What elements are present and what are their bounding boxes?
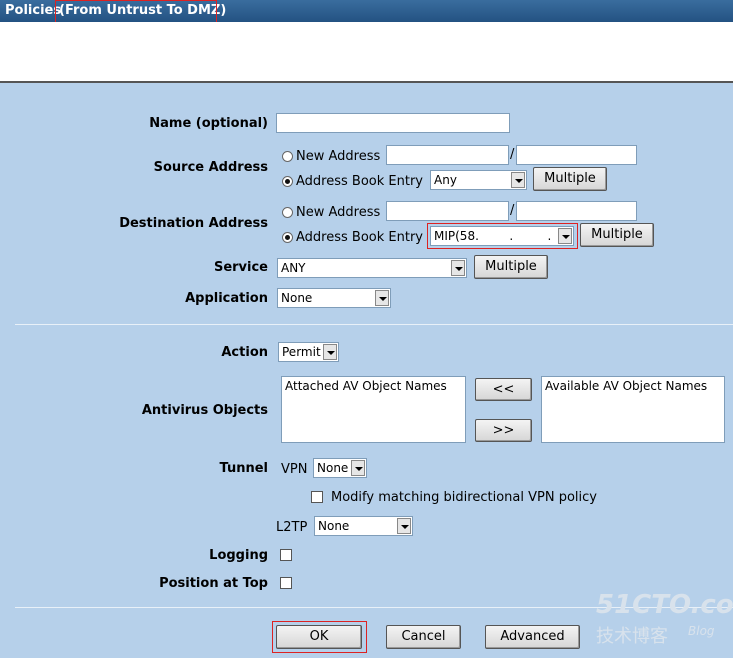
chevron-down-icon: [351, 460, 365, 476]
destination-address-book-radio[interactable]: [282, 232, 293, 243]
destination-multiple-button[interactable]: Multiple: [580, 223, 654, 247]
application-select[interactable]: None: [277, 288, 391, 308]
chevron-down-icon: [451, 260, 465, 276]
tunnel-label: Tunnel: [219, 461, 268, 476]
service-multiple-button[interactable]: Multiple: [474, 255, 548, 279]
available-av-header: Available AV Object Names: [545, 379, 708, 393]
attached-av-header: Attached AV Object Names: [285, 379, 447, 393]
modify-bidirectional-label: Modify matching bidirectional VPN policy: [331, 490, 597, 505]
chevron-down-icon: [558, 228, 572, 244]
name-label: Name (optional): [149, 116, 268, 131]
l2tp-select-value: None: [318, 519, 350, 533]
destination-address-label: Destination Address: [119, 216, 268, 231]
watermark-site: 51CTO.com: [596, 590, 733, 620]
l2tp-select[interactable]: None: [314, 516, 413, 536]
source-address-select[interactable]: Any: [430, 170, 527, 190]
source-new-address-label: New Address: [296, 149, 381, 164]
window-title: Policies: [5, 3, 62, 18]
source-new-address-radio[interactable]: [282, 151, 293, 162]
chevron-down-icon: [397, 518, 411, 534]
destination-new-address-radio[interactable]: [282, 207, 293, 218]
action-select[interactable]: Permit: [278, 342, 339, 362]
attached-av-list[interactable]: Attached AV Object Names: [281, 376, 466, 443]
application-label: Application: [185, 291, 268, 306]
destination-new-address-label: New Address: [296, 205, 381, 220]
service-select[interactable]: ANY: [277, 258, 467, 278]
source-address-book-label: Address Book Entry: [296, 174, 423, 189]
cancel-button[interactable]: Cancel: [386, 625, 461, 649]
destination-slash: /: [510, 203, 515, 218]
destination-ip-input[interactable]: [386, 201, 509, 221]
logging-label: Logging: [209, 548, 268, 563]
chevron-down-icon: [511, 172, 525, 188]
source-multiple-button[interactable]: Multiple: [533, 167, 607, 191]
source-address-select-value: Any: [434, 173, 457, 187]
available-av-list[interactable]: Available AV Object Names: [541, 376, 725, 443]
destination-address-select[interactable]: MIP(58. . . ): [430, 226, 574, 246]
source-address-label: Source Address: [153, 160, 268, 175]
application-select-value: None: [281, 291, 313, 305]
section-divider: [15, 324, 733, 325]
source-address-book-radio[interactable]: [282, 176, 293, 187]
header-panel: [0, 22, 733, 83]
title-highlight-box: [55, 0, 217, 24]
vpn-label: VPN: [281, 462, 308, 477]
name-input[interactable]: [276, 113, 510, 133]
antivirus-label: Antivirus Objects: [141, 403, 268, 418]
move-left-button[interactable]: <<: [475, 378, 532, 401]
vpn-select[interactable]: None: [313, 458, 367, 478]
ok-button[interactable]: OK: [276, 625, 362, 649]
source-slash: /: [510, 147, 515, 162]
destination-address-book-label: Address Book Entry: [296, 230, 423, 245]
destination-netmask-input[interactable]: [516, 201, 637, 221]
modify-bidirectional-checkbox[interactable]: [311, 491, 323, 503]
watermark-blog: Blog: [688, 624, 715, 638]
source-netmask-input[interactable]: [516, 145, 637, 165]
chevron-down-icon: [375, 290, 389, 306]
vpn-select-value: None: [317, 461, 349, 475]
destination-address-select-value: MIP(58. . . ): [434, 229, 552, 243]
source-ip-input[interactable]: [386, 145, 509, 165]
logging-checkbox[interactable]: [280, 549, 292, 561]
position-top-checkbox[interactable]: [280, 577, 292, 589]
position-top-label: Position at Top: [159, 576, 268, 591]
l2tp-label: L2TP: [276, 520, 308, 535]
action-select-value: Permit: [282, 345, 321, 359]
chevron-down-icon: [323, 344, 337, 360]
service-label: Service: [213, 260, 268, 275]
advanced-button[interactable]: Advanced: [485, 625, 580, 649]
watermark-text: 技术博客: [596, 626, 668, 647]
move-right-button[interactable]: >>: [475, 419, 532, 442]
service-select-value: ANY: [281, 261, 306, 275]
action-label: Action: [221, 345, 268, 360]
